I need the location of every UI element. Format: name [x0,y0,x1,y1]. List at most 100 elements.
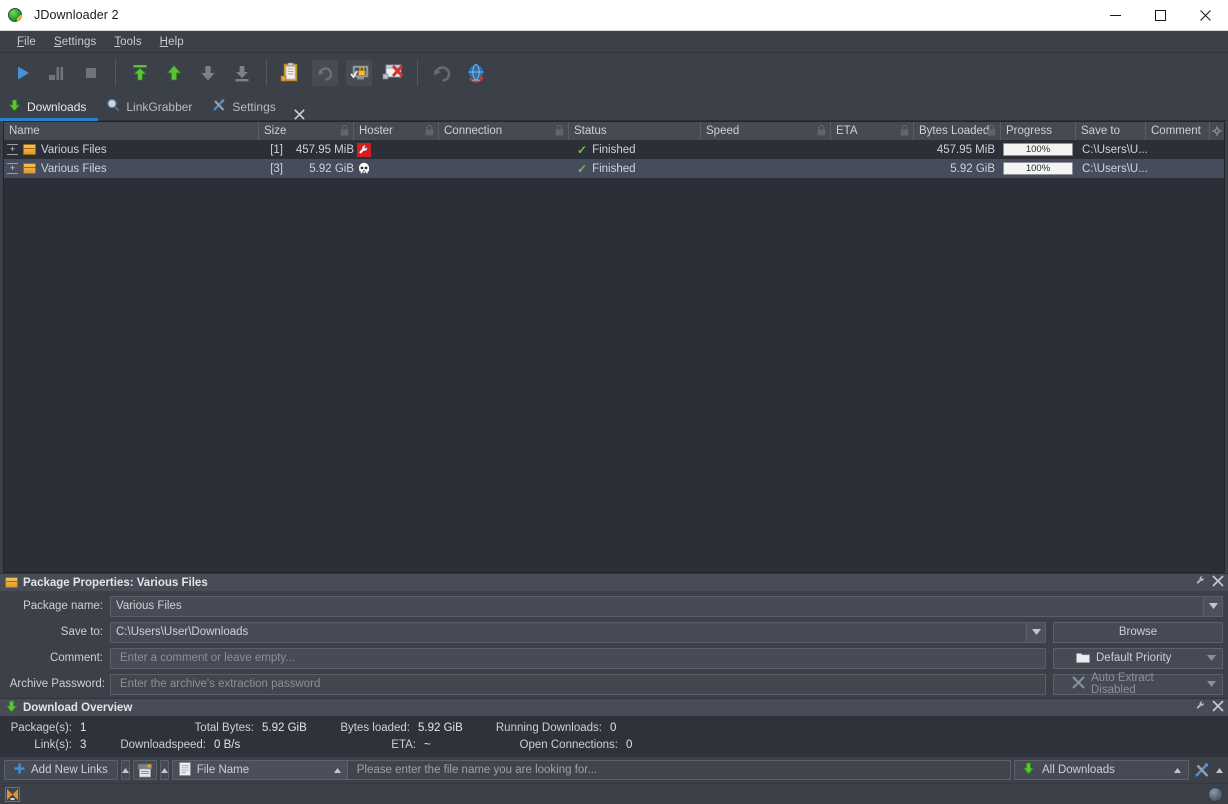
tab-downloads-label: Downloads [27,100,86,114]
column-header-progress-label: Progress [1006,125,1052,137]
row-progress-bar: 100% [1003,143,1073,156]
tab-close-button[interactable] [288,109,311,120]
menu-file[interactable]: File [8,34,45,50]
lock-icon [817,125,826,139]
search-category-dropdown[interactable]: File Name [173,761,348,779]
paste-links-button[interactable] [133,760,157,780]
chevron-down-icon [1207,678,1216,690]
auto-extract-button[interactable]: Auto Extract Disabled [1053,674,1223,695]
eta-value: ~ [416,739,498,751]
package-name-dropdown[interactable] [1204,596,1223,617]
column-header-eta-label: ETA [836,125,858,137]
move-up-button[interactable] [157,56,191,90]
close-icon[interactable] [1212,575,1224,590]
bottom-bar: Add New Links File Name [0,757,1228,783]
column-header-connection-label: Connection [444,125,502,137]
column-header-size-label: Size [264,125,286,137]
title-bar: JDownloader 2 [0,0,1228,31]
move-down-button[interactable] [191,56,225,90]
add-new-links-button[interactable]: Add New Links [4,760,118,780]
row-name: Various Files [41,163,107,175]
row-save-to: C:\Users\U... [1076,140,1146,159]
close-button[interactable] [1183,0,1228,31]
menu-tools[interactable]: Tools [105,34,150,50]
menu-help[interactable]: Help [151,34,193,50]
column-header-bytes-loaded[interactable]: Bytes Loaded [914,122,1001,140]
pause-downloads-button[interactable] [40,56,74,90]
menu-bar: File Settings Tools Help [0,31,1228,53]
column-header-speed[interactable]: Speed [701,122,831,140]
green-down-arrow-icon [1022,762,1035,778]
green-down-arrow-icon [8,99,21,115]
start-downloads-button[interactable] [6,56,40,90]
column-header-status[interactable]: Status [569,122,701,140]
stop-downloads-button[interactable] [74,56,108,90]
column-header-comment[interactable]: Comment [1146,122,1210,140]
premium-accounts-button[interactable] [342,56,376,90]
comment-input[interactable]: Enter a comment or leave empty... [110,648,1046,669]
save-to-dropdown[interactable] [1027,622,1046,643]
tab-linkgrabber[interactable]: LinkGrabber [98,93,204,120]
maximize-button[interactable] [1138,0,1183,31]
row-expand-toggle[interactable]: + [7,144,18,155]
globe-icon[interactable] [1208,787,1223,802]
table-settings-button[interactable] [1210,122,1224,140]
column-header-hoster-label: Hoster [359,125,393,137]
archive-password-input[interactable]: Enter the archive's extraction password [110,674,1046,695]
row-save-to: C:\Users\U... [1076,159,1146,178]
table-row[interactable]: + Various Files [1] 457.95 MiB ✓ Finishe… [4,140,1224,159]
downloadspeed-value: 0 B/s [206,739,326,751]
checkmark-icon: ✓ [577,162,587,176]
priority-button[interactable]: Default Priority [1053,648,1223,669]
column-header-eta[interactable]: ETA [831,122,914,140]
eta-label: ETA: [326,739,416,751]
column-header-save-to[interactable]: Save to [1076,122,1146,140]
status-bar [0,783,1228,804]
skull-white-icon [357,162,371,176]
column-header-name[interactable]: Name [4,122,259,140]
reconnect-button[interactable] [308,56,342,90]
column-header-size[interactable]: Size [259,122,354,140]
downloads-filter-dropdown[interactable]: All Downloads [1014,760,1189,780]
wrench-icon[interactable] [1195,700,1207,715]
menu-file-rest: ile [24,36,36,48]
clipboard-monitor-button[interactable] [274,56,308,90]
browse-button-label: Browse [1119,626,1157,638]
open-connections-label: Open Connections: [498,739,618,751]
toolbar-separator-1 [115,60,116,86]
menu-tools-rest: ools [120,36,142,48]
table-row[interactable]: + Various Files [3] 5.92 GiB [4,159,1224,178]
column-header-progress[interactable]: Progress [1001,122,1076,140]
browse-button[interactable]: Browse [1053,622,1223,643]
tab-downloads[interactable]: Downloads [0,93,98,120]
download-overview-panel: Download Overview Package(s): 1 Total By… [0,698,1228,757]
paste-links-dropdown[interactable] [160,760,169,780]
refresh-button[interactable] [425,56,459,90]
wrench-icon[interactable] [1195,575,1207,590]
search-input[interactable]: Please enter the file name you are looki… [348,764,1010,776]
move-to-bottom-button[interactable] [225,56,259,90]
minimize-button[interactable] [1093,0,1138,31]
column-header-hoster[interactable]: Hoster [354,122,439,140]
column-header-connection[interactable]: Connection [439,122,569,140]
add-new-links-dropdown[interactable] [121,760,130,780]
tab-settings[interactable]: Settings [204,93,287,120]
window-title: JDownloader 2 [34,8,119,22]
jdownloader-tray-icon[interactable] [5,787,20,802]
lock-icon [425,125,434,139]
save-to-input[interactable]: C:\Users\User\Downloads [110,622,1027,643]
close-icon[interactable] [1212,700,1224,715]
menu-settings[interactable]: Settings [45,34,105,50]
checkmark-icon: ✓ [577,143,587,157]
update-button[interactable] [459,56,493,90]
table-tools-dropdown[interactable] [1215,760,1224,780]
lock-icon [340,125,349,139]
row-expand-toggle[interactable]: + [7,163,18,174]
package-name-input[interactable]: Various Files [110,596,1204,617]
move-to-top-button[interactable] [123,56,157,90]
menu-help-rest: elp [168,36,184,48]
total-bytes-label: Total Bytes: [176,722,254,734]
remove-finished-button[interactable] [376,56,410,90]
table-tools-button[interactable] [1192,760,1212,780]
toolbar-separator-3 [417,60,418,86]
